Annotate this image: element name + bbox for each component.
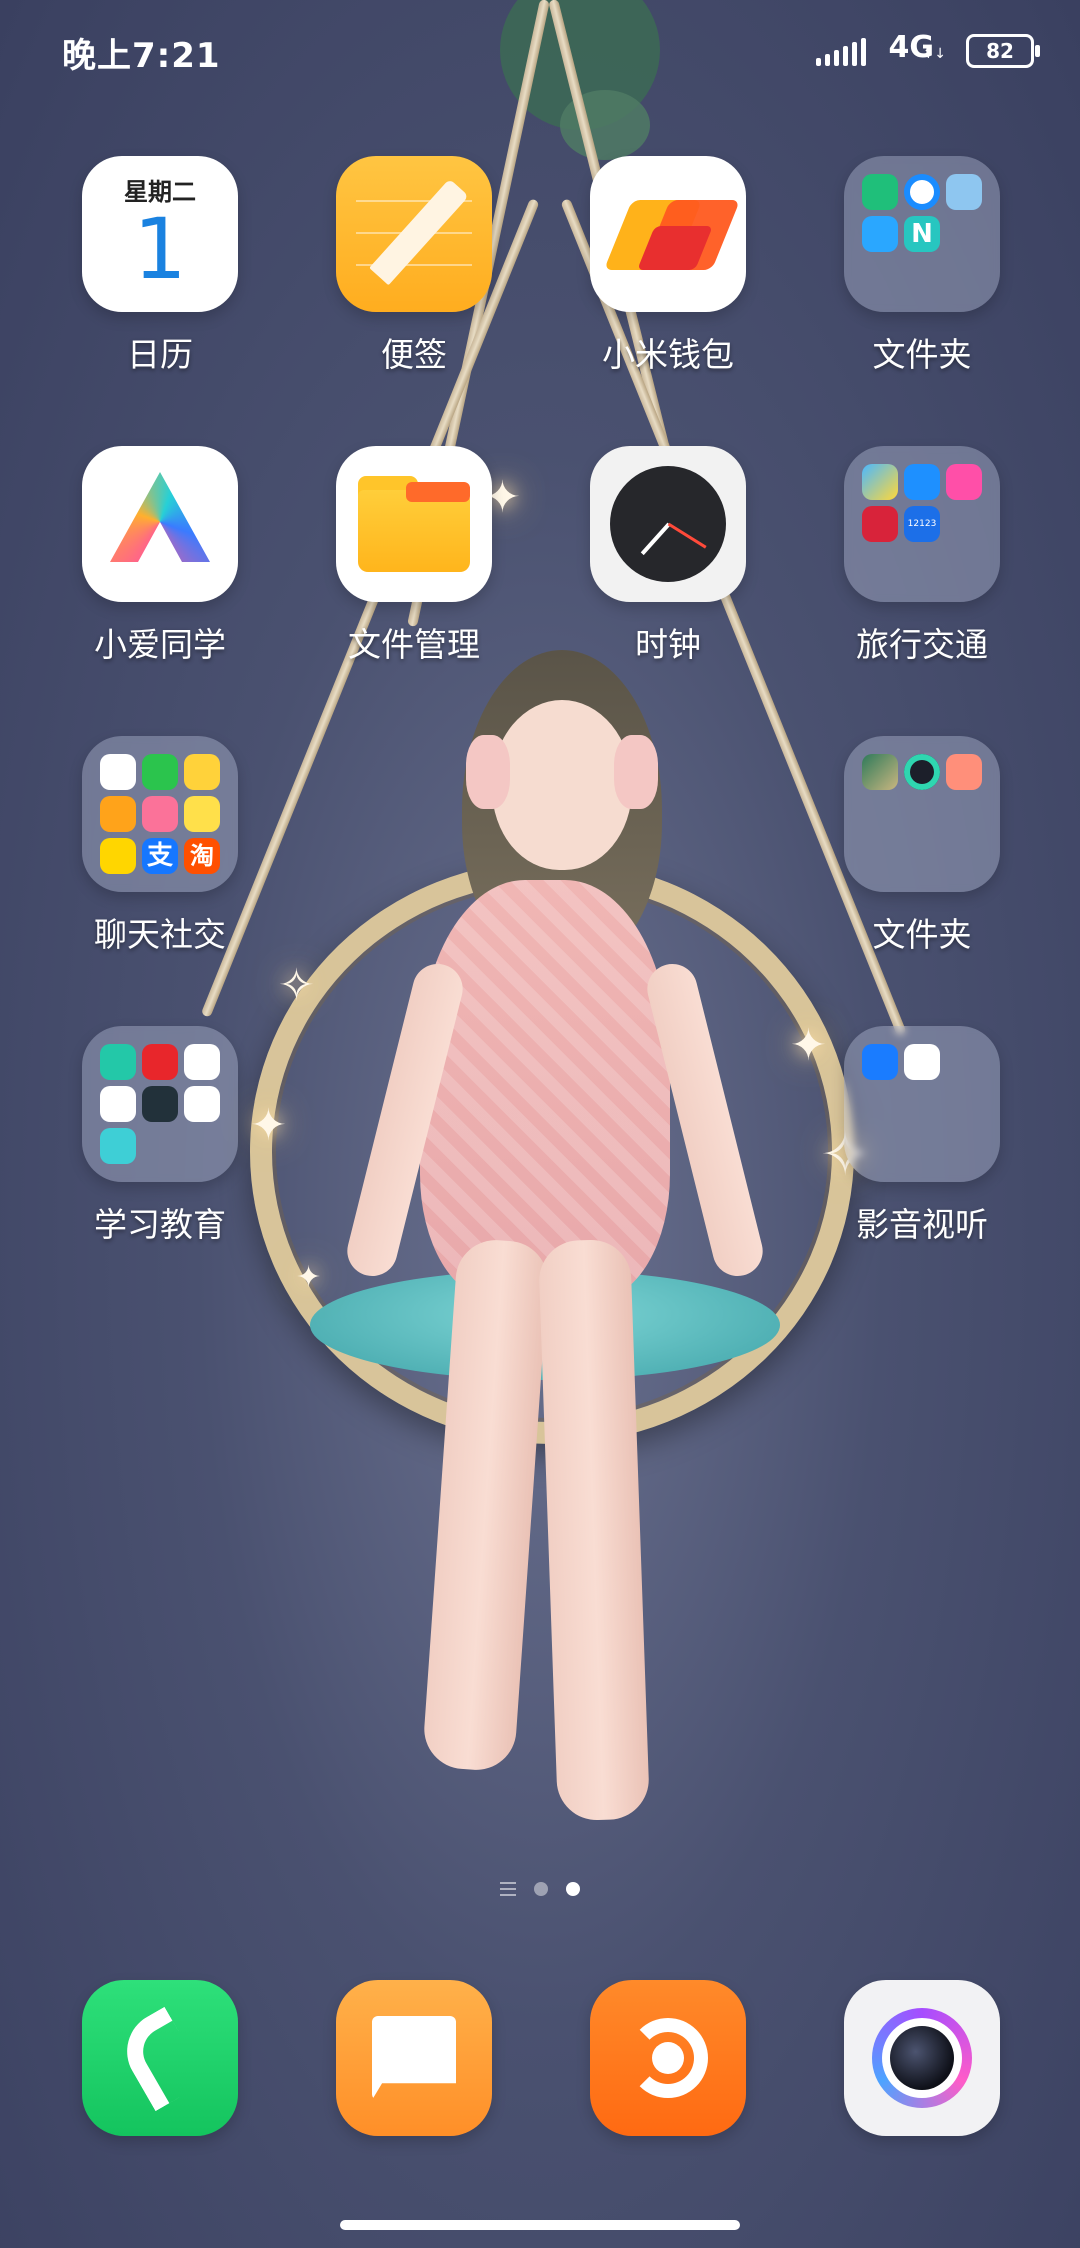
cube-icon (862, 216, 898, 252)
camera-icon (844, 1980, 1000, 2136)
app-label: 日历 (127, 335, 193, 374)
folder-icon: N (844, 156, 1000, 312)
notes-icon (336, 156, 492, 312)
qq-icon (100, 754, 136, 790)
wallpaper-star: ✧ (278, 960, 315, 1011)
folder-icon (82, 1026, 238, 1182)
status-bar: 晚上7:21 4G ↑↓ 82 (0, 0, 1080, 100)
app-label: 旅行交通 (856, 625, 988, 664)
app-mi-wallet[interactable]: 小米钱包 (588, 156, 748, 376)
folder-files[interactable]: N 文件夹 (842, 156, 1002, 376)
folder-chat[interactable]: 支 淘 聊天社交 (80, 736, 240, 956)
plant-icon (184, 1044, 220, 1080)
folder-media[interactable]: 影音视听 (842, 1026, 1002, 1246)
bird-app-icon (862, 1044, 898, 1080)
dock-uc-browser[interactable] (588, 1980, 748, 2136)
wallpaper-star: ✦ (790, 1020, 827, 1071)
data-activity-icon: ↑↓ (922, 46, 946, 62)
mi-home-icon (862, 174, 898, 210)
xiaoai-icon (82, 446, 238, 602)
map-icon (862, 464, 898, 500)
doc-icon (100, 1128, 136, 1164)
wallpaper-star: ✦ (250, 1100, 287, 1151)
clock-icon (590, 446, 746, 602)
app-xiaoai[interactable]: 小爱同学 (80, 446, 240, 666)
traffic-12123-icon: 12123 (904, 506, 940, 542)
dock-messages[interactable] (334, 1980, 494, 2136)
book-icon (946, 174, 982, 210)
figure-dress (420, 880, 670, 1300)
game-app-icon (946, 754, 982, 790)
signal-icon (816, 38, 866, 66)
app-label: 小米钱包 (602, 335, 734, 374)
figure-headphone (614, 735, 658, 809)
wallet-icon (590, 156, 746, 312)
folder-icon: 12123 (844, 446, 1000, 602)
app-label: 时钟 (635, 625, 701, 664)
app-label: 聊天社交 (94, 915, 226, 954)
taobao-icon: 淘 (184, 838, 220, 874)
avatar-icon (946, 464, 982, 500)
calendar-icon: 星期二 1 (82, 156, 238, 312)
phone-icon (82, 1980, 238, 2136)
app-clock[interactable]: 时钟 (588, 446, 748, 666)
page-dot-active[interactable] (566, 1882, 580, 1896)
zhihu-icon (100, 1086, 136, 1122)
wallpaper-star: ✦ (296, 1260, 322, 1295)
bank-icon (862, 506, 898, 542)
page-indicator[interactable] (0, 1882, 1080, 1896)
alipay-icon: 支 (142, 838, 178, 874)
message-icon (336, 1980, 492, 2136)
app-label: 便签 (381, 335, 447, 374)
app-file-manager[interactable]: 文件管理 (334, 446, 494, 666)
photo-app-icon (862, 754, 898, 790)
ring-app-icon (904, 754, 940, 790)
folder-travel[interactable]: 12123 旅行交通 (842, 446, 1002, 666)
calendar-day: 1 (133, 200, 187, 298)
figure-face (492, 700, 632, 870)
page-dot[interactable] (534, 1882, 548, 1896)
folder-icon (844, 1026, 1000, 1182)
browser-icon (904, 174, 940, 210)
battery-icon: 82 (966, 34, 1040, 68)
app-label: 文件夹 (872, 335, 972, 374)
dock-camera[interactable] (842, 1980, 1002, 2136)
cube-dark-icon (142, 1086, 178, 1122)
folder-misc[interactable]: 文件夹 (842, 736, 1002, 956)
squirrel-icon (590, 1980, 746, 2136)
app-label: 文件夹 (872, 915, 972, 954)
battery-level: 82 (986, 39, 1014, 63)
app-red-icon (184, 1086, 220, 1122)
app-calendar[interactable]: 星期二 1 日历 (80, 156, 240, 376)
weibo-icon (184, 754, 220, 790)
wifi-icon (904, 464, 940, 500)
app-yellow-icon (184, 796, 220, 832)
app-orange-icon (100, 796, 136, 832)
note-n-icon: N (904, 216, 940, 252)
folder-manager-icon (336, 446, 492, 602)
app-label: 文件管理 (348, 625, 480, 664)
app-label: 学习教育 (94, 1205, 226, 1244)
folder-icon (844, 736, 1000, 892)
wechat-icon (142, 754, 178, 790)
app-notes[interactable]: 便签 (334, 156, 494, 376)
folder-education[interactable]: 学习教育 (80, 1026, 240, 1246)
status-time: 晚上7:21 (62, 36, 221, 76)
wps-cloud-icon (100, 1044, 136, 1080)
figure-headphone (466, 735, 510, 809)
bilibili-icon (142, 796, 178, 832)
app-label: 小爱同学 (94, 625, 226, 664)
home-indicator[interactable] (340, 2220, 740, 2230)
app-label: 影音视听 (856, 1205, 988, 1244)
folder-icon: 支 淘 (82, 736, 238, 892)
dock-phone[interactable] (80, 1980, 240, 2136)
wps-icon (142, 1044, 178, 1080)
app-drawer-icon[interactable] (500, 1882, 516, 1896)
app-green-icon (100, 838, 136, 874)
cloud-app-icon (904, 1044, 940, 1080)
